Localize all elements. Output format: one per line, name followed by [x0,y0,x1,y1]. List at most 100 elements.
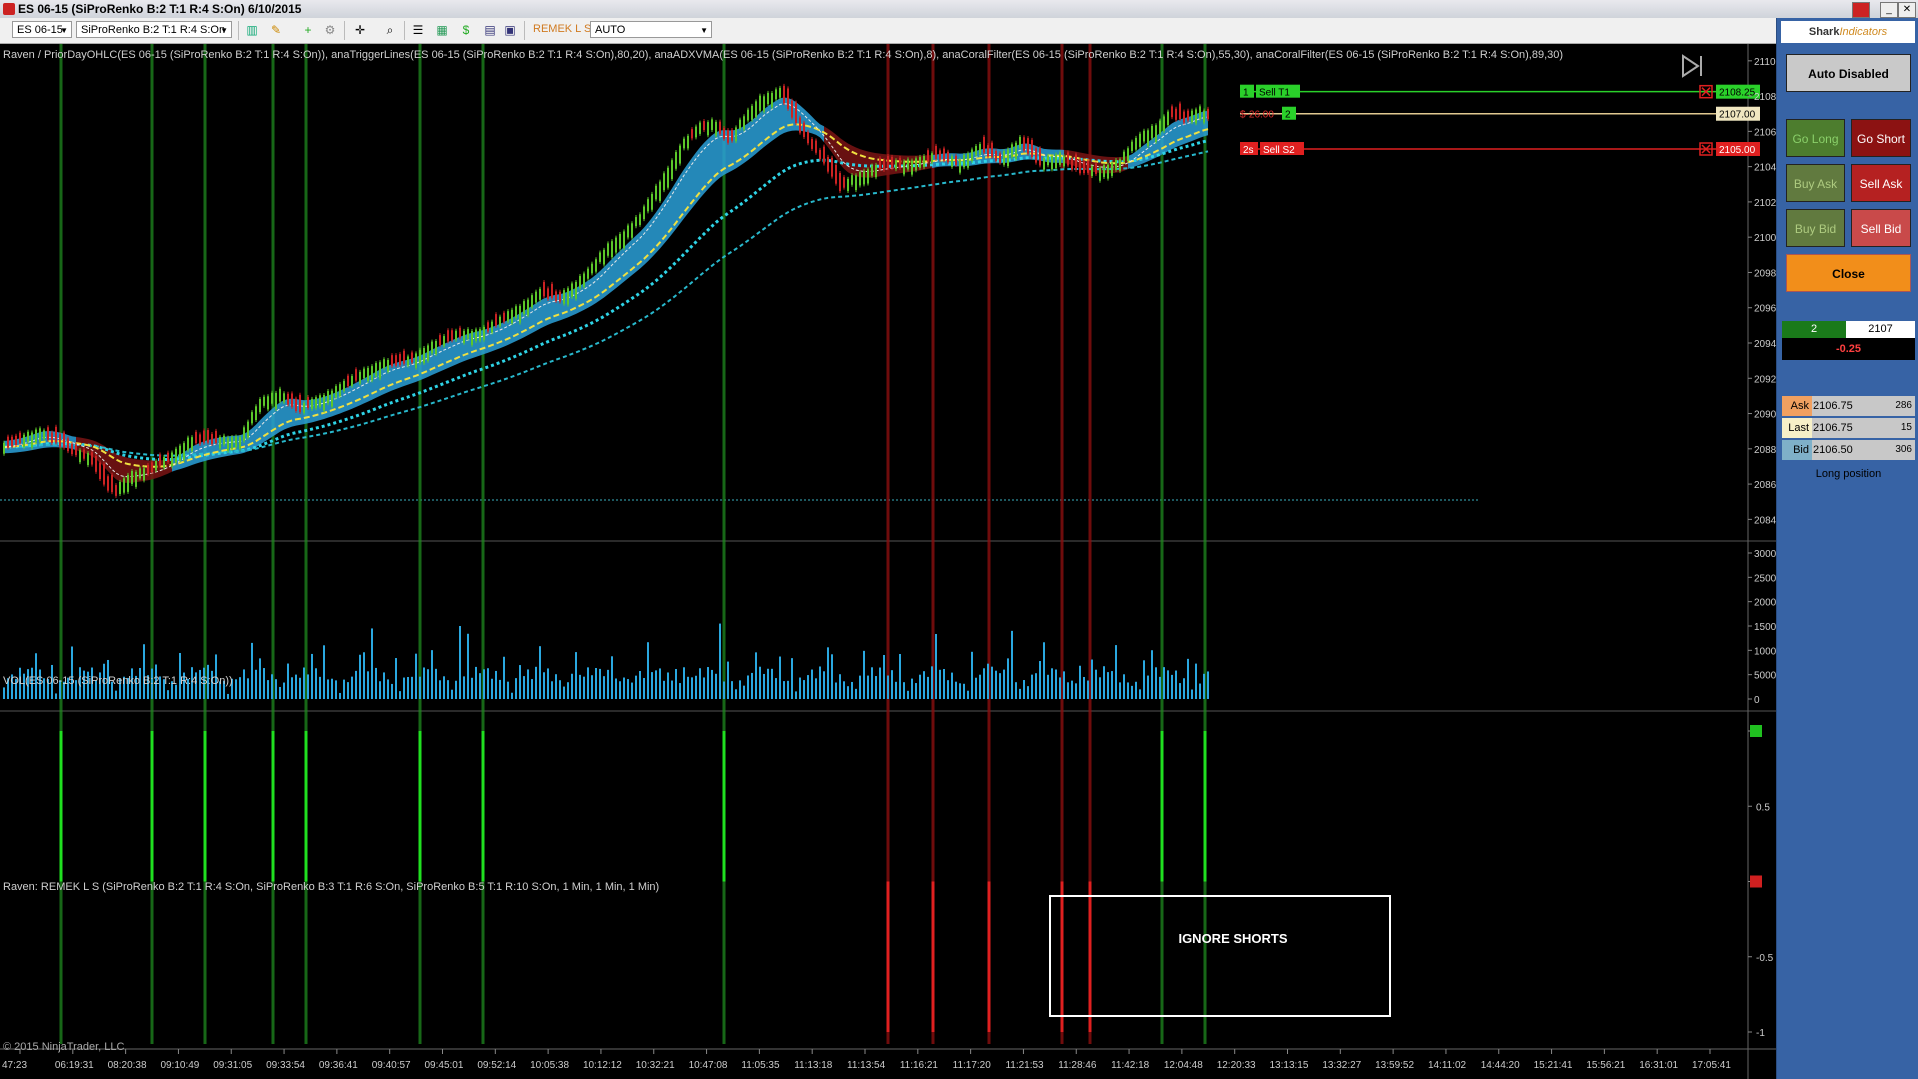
renko-bar [483,326,485,340]
renko-bar [1087,160,1089,173]
volume-bar [1011,630,1013,699]
close-button[interactable]: Close [1786,254,1911,292]
signal-panel-title: Raven: REMEK L S (SiProRenko B:2 T:1 R:4… [3,881,659,893]
renko-bar [799,117,801,133]
renko-bar [1031,139,1033,158]
renko-bar [879,158,881,170]
volume-bar [711,669,713,699]
renko-bar [887,155,889,169]
volume-bar [495,670,497,699]
volume-bar [735,689,737,699]
renko-bar [891,156,893,169]
renko-bar [619,233,621,249]
renko-bar [535,291,537,303]
time-tick-label: 16:31:01 [1639,1060,1678,1071]
renko-bar [387,359,389,372]
renko-bar [835,164,837,184]
volume-bar [1111,671,1113,699]
renko-bar [231,437,233,449]
renko-bar [279,388,281,402]
volume-bar [1143,660,1145,699]
renko-bar [267,396,269,410]
volume-bar [867,675,869,699]
crosshair-icon[interactable]: ✛ [352,22,368,38]
toolbar-divider [344,21,345,40]
zoom-icon[interactable]: ⌕ [382,22,398,38]
volume-bar [475,666,477,699]
renko-bar [455,330,457,340]
renko-bar [747,109,749,121]
position-qty: 2 [1782,321,1846,338]
order-lines[interactable]: 1 Sell T1 $-26.00 2 2s Sell S2 2108.25 2107.00 2… [1240,84,1760,156]
volume-bar [999,673,1001,699]
data-box-icon[interactable]: ▦ [434,22,450,38]
sell-ask-button[interactable]: Sell Ask [1851,164,1911,202]
volume-bar [655,670,657,699]
renko-bar [1151,125,1153,139]
renko-bar [1167,111,1169,125]
volume-bar [1147,675,1149,699]
volume-bar [243,669,245,699]
go-long-button[interactable]: Go Long [1786,119,1845,157]
renko-bar [1127,148,1129,161]
volume-bar [1047,674,1049,699]
volume-bar [511,692,513,699]
time-tick-label: 06:19:31 [55,1060,94,1071]
renko-bar [1103,165,1105,178]
renko-bar [639,214,641,225]
buy-bid-button[interactable]: Buy Bid [1786,209,1845,247]
ask-label: Ask [1782,396,1812,416]
bar-type-select[interactable]: SiProRenko B:2 T:1 R:4 S:On ▼ [76,21,232,38]
last-label: Last [1782,418,1812,438]
buy-ask-button[interactable]: Buy Ask [1786,164,1845,202]
renko-bar [579,276,581,288]
renko-bar [703,121,705,131]
volume-bar [743,685,745,699]
volume-bar [931,666,933,699]
close-icon[interactable]: ✕ [1898,2,1916,18]
price-tick-label: 2110.00 [1754,57,1776,68]
bars-icon[interactable]: ▥ [244,22,260,38]
strategy-icon[interactable]: ⚙ [322,22,338,38]
atm-select[interactable]: AUTO ▼ [590,21,712,38]
volume-bar [263,668,265,699]
renko-bar [611,241,613,258]
chart-trader-icon[interactable]: ▣ [502,22,518,38]
price-tick-label: 2084.00 [1754,515,1776,526]
volume-bar [143,644,145,699]
app-close-icon[interactable] [1852,2,1870,18]
volume-bar [343,679,345,699]
minimize-icon[interactable]: _ [1880,2,1898,18]
sell-bid-button[interactable]: Sell Bid [1851,209,1911,247]
volume-bars [3,623,1209,699]
volume-bar [627,679,629,699]
play-icon[interactable] [1682,54,1702,78]
instrument-select[interactable]: ES 06-15 ▼ [12,21,72,38]
renko-bar [239,436,241,449]
order-entry-icon[interactable]: ▤ [482,22,498,38]
time-tick-label: 14:11:02 [1428,1060,1467,1071]
renko-bar [567,288,569,305]
volume-tick-label: 15000 [1754,622,1776,633]
time-tick-label: 09:31:05 [213,1060,252,1071]
chart-area[interactable]: 1 Sell T1 $-26.00 2 2s Sell S2 2108.25 2107.00 2… [0,44,1776,1079]
renko-bar [235,436,237,448]
properties-icon[interactable]: ☰ [410,22,426,38]
dollar-icon[interactable]: $ [458,22,474,38]
volume-bar [651,672,653,699]
time-tick-label: 13:59:52 [1375,1060,1414,1071]
go-short-button[interactable]: Go Short [1851,119,1911,157]
renko-bar [195,431,197,444]
volume-bar [955,681,957,699]
auto-disabled-button[interactable]: Auto Disabled [1786,54,1911,92]
volume-bar [71,646,73,699]
renko-bar [959,159,961,173]
renko-bar [59,434,61,447]
volume-bar [659,668,661,699]
volume-bar [959,683,961,699]
volume-bar [603,676,605,699]
add-indicator-icon[interactable]: + [300,22,316,38]
volume-bar [855,688,857,699]
renko-bar [431,341,433,354]
pencil-icon[interactable]: ✎ [268,22,284,38]
